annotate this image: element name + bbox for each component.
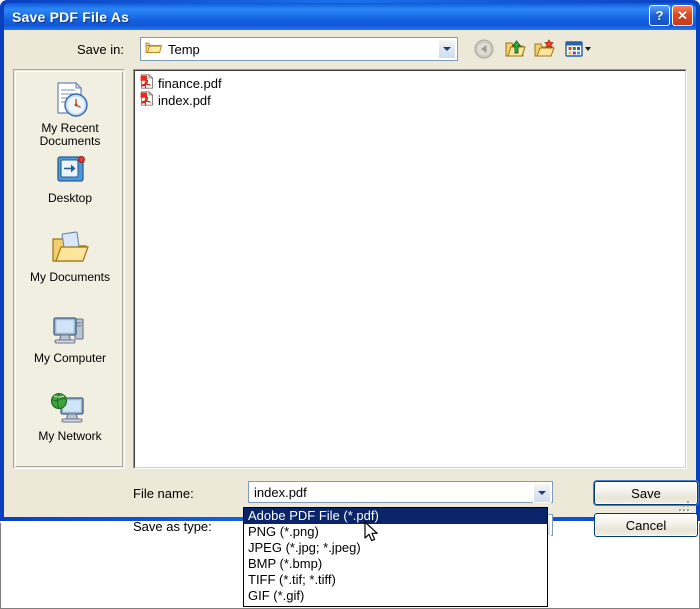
save-in-combobox[interactable]: Temp	[140, 37, 458, 61]
window-title: Save PDF File As	[12, 8, 130, 25]
dropdown-option[interactable]: TIFF (*.tif; *.tiff)	[244, 572, 547, 588]
back-button[interactable]	[473, 37, 497, 61]
help-button[interactable]: ?	[649, 5, 670, 26]
window-controls: ? ✕	[649, 5, 693, 26]
file-list-view[interactable]: finance.pdf index.pdf	[133, 69, 687, 469]
file-name-input[interactable]: index.pdf	[248, 481, 553, 503]
place-label: My Recent Documents	[39, 121, 101, 148]
desktop-icon	[16, 148, 122, 190]
help-icon: ?	[655, 8, 664, 23]
dropdown-option[interactable]: GIF (*.gif)	[244, 588, 547, 604]
my-network-places-icon	[16, 386, 122, 428]
resize-grip[interactable]	[678, 500, 691, 513]
places-bar-inner: My Recent Documents Desktop My Documents…	[15, 71, 123, 467]
list-item[interactable]: index.pdf	[138, 90, 682, 111]
title-bar: Save PDF File As ? ✕	[4, 3, 696, 30]
up-one-level-button[interactable]	[503, 37, 527, 61]
file-name: index.pdf	[158, 93, 211, 108]
file-name-label: File name:	[133, 486, 194, 501]
views-button[interactable]	[563, 37, 595, 61]
save-in-label: Save in:	[77, 42, 124, 57]
screen: Save PDF File As ? ✕ Save in: Temp My Re…	[0, 0, 700, 609]
dropdown-option[interactable]: JPEG (*.jpg; *.jpeg)	[244, 540, 547, 556]
place-my-documents[interactable]: My Documents	[16, 227, 122, 284]
save-as-type-dropdown-list[interactable]: Adobe PDF File (*.pdf) PNG (*.png) JPEG …	[243, 507, 548, 607]
place-label: My Documents	[29, 270, 111, 284]
file-name: finance.pdf	[158, 76, 222, 91]
cancel-button[interactable]: Cancel	[594, 513, 698, 537]
my-documents-icon	[16, 227, 122, 269]
file-name-dropdown-arrow[interactable]	[533, 483, 551, 503]
place-label: My Network	[38, 429, 102, 443]
my-computer-icon	[16, 308, 122, 350]
dialog-client-area: Save in: Temp My Recent Documents Deskto…	[4, 30, 698, 537]
place-label: My Computer	[33, 351, 107, 365]
dialog-toolbar	[473, 37, 595, 61]
place-label: Desktop	[47, 191, 93, 205]
folder-icon	[145, 40, 162, 59]
close-button[interactable]: ✕	[672, 5, 693, 26]
save-dialog-window: Save PDF File As ? ✕ Save in: Temp My Re…	[0, 0, 700, 537]
dropdown-option[interactable]: Adobe PDF File (*.pdf)	[244, 508, 547, 524]
place-my-computer[interactable]: My Computer	[16, 308, 122, 365]
place-my-recent-documents[interactable]: My Recent Documents	[16, 78, 122, 148]
list-item[interactable]: finance.pdf	[138, 73, 682, 92]
place-desktop[interactable]: Desktop	[16, 148, 122, 205]
save-as-type-label: Save as type:	[133, 519, 212, 534]
dropdown-option[interactable]: BMP (*.bmp)	[244, 556, 547, 572]
pdf-file-icon	[140, 90, 154, 111]
save-in-row: Save in: Temp	[5, 35, 695, 65]
file-list-inner: finance.pdf index.pdf	[134, 70, 686, 468]
places-bar: My Recent Documents Desktop My Documents…	[13, 69, 125, 469]
close-icon: ✕	[677, 8, 688, 23]
file-name-value: index.pdf	[254, 484, 307, 500]
create-new-folder-button[interactable]	[533, 37, 557, 61]
save-in-dropdown-arrow[interactable]	[438, 39, 456, 59]
recent-documents-icon	[16, 78, 122, 120]
place-my-network-places[interactable]: My Network	[16, 386, 122, 443]
save-in-value: Temp	[168, 41, 200, 57]
dropdown-option[interactable]: PNG (*.png)	[244, 524, 547, 540]
